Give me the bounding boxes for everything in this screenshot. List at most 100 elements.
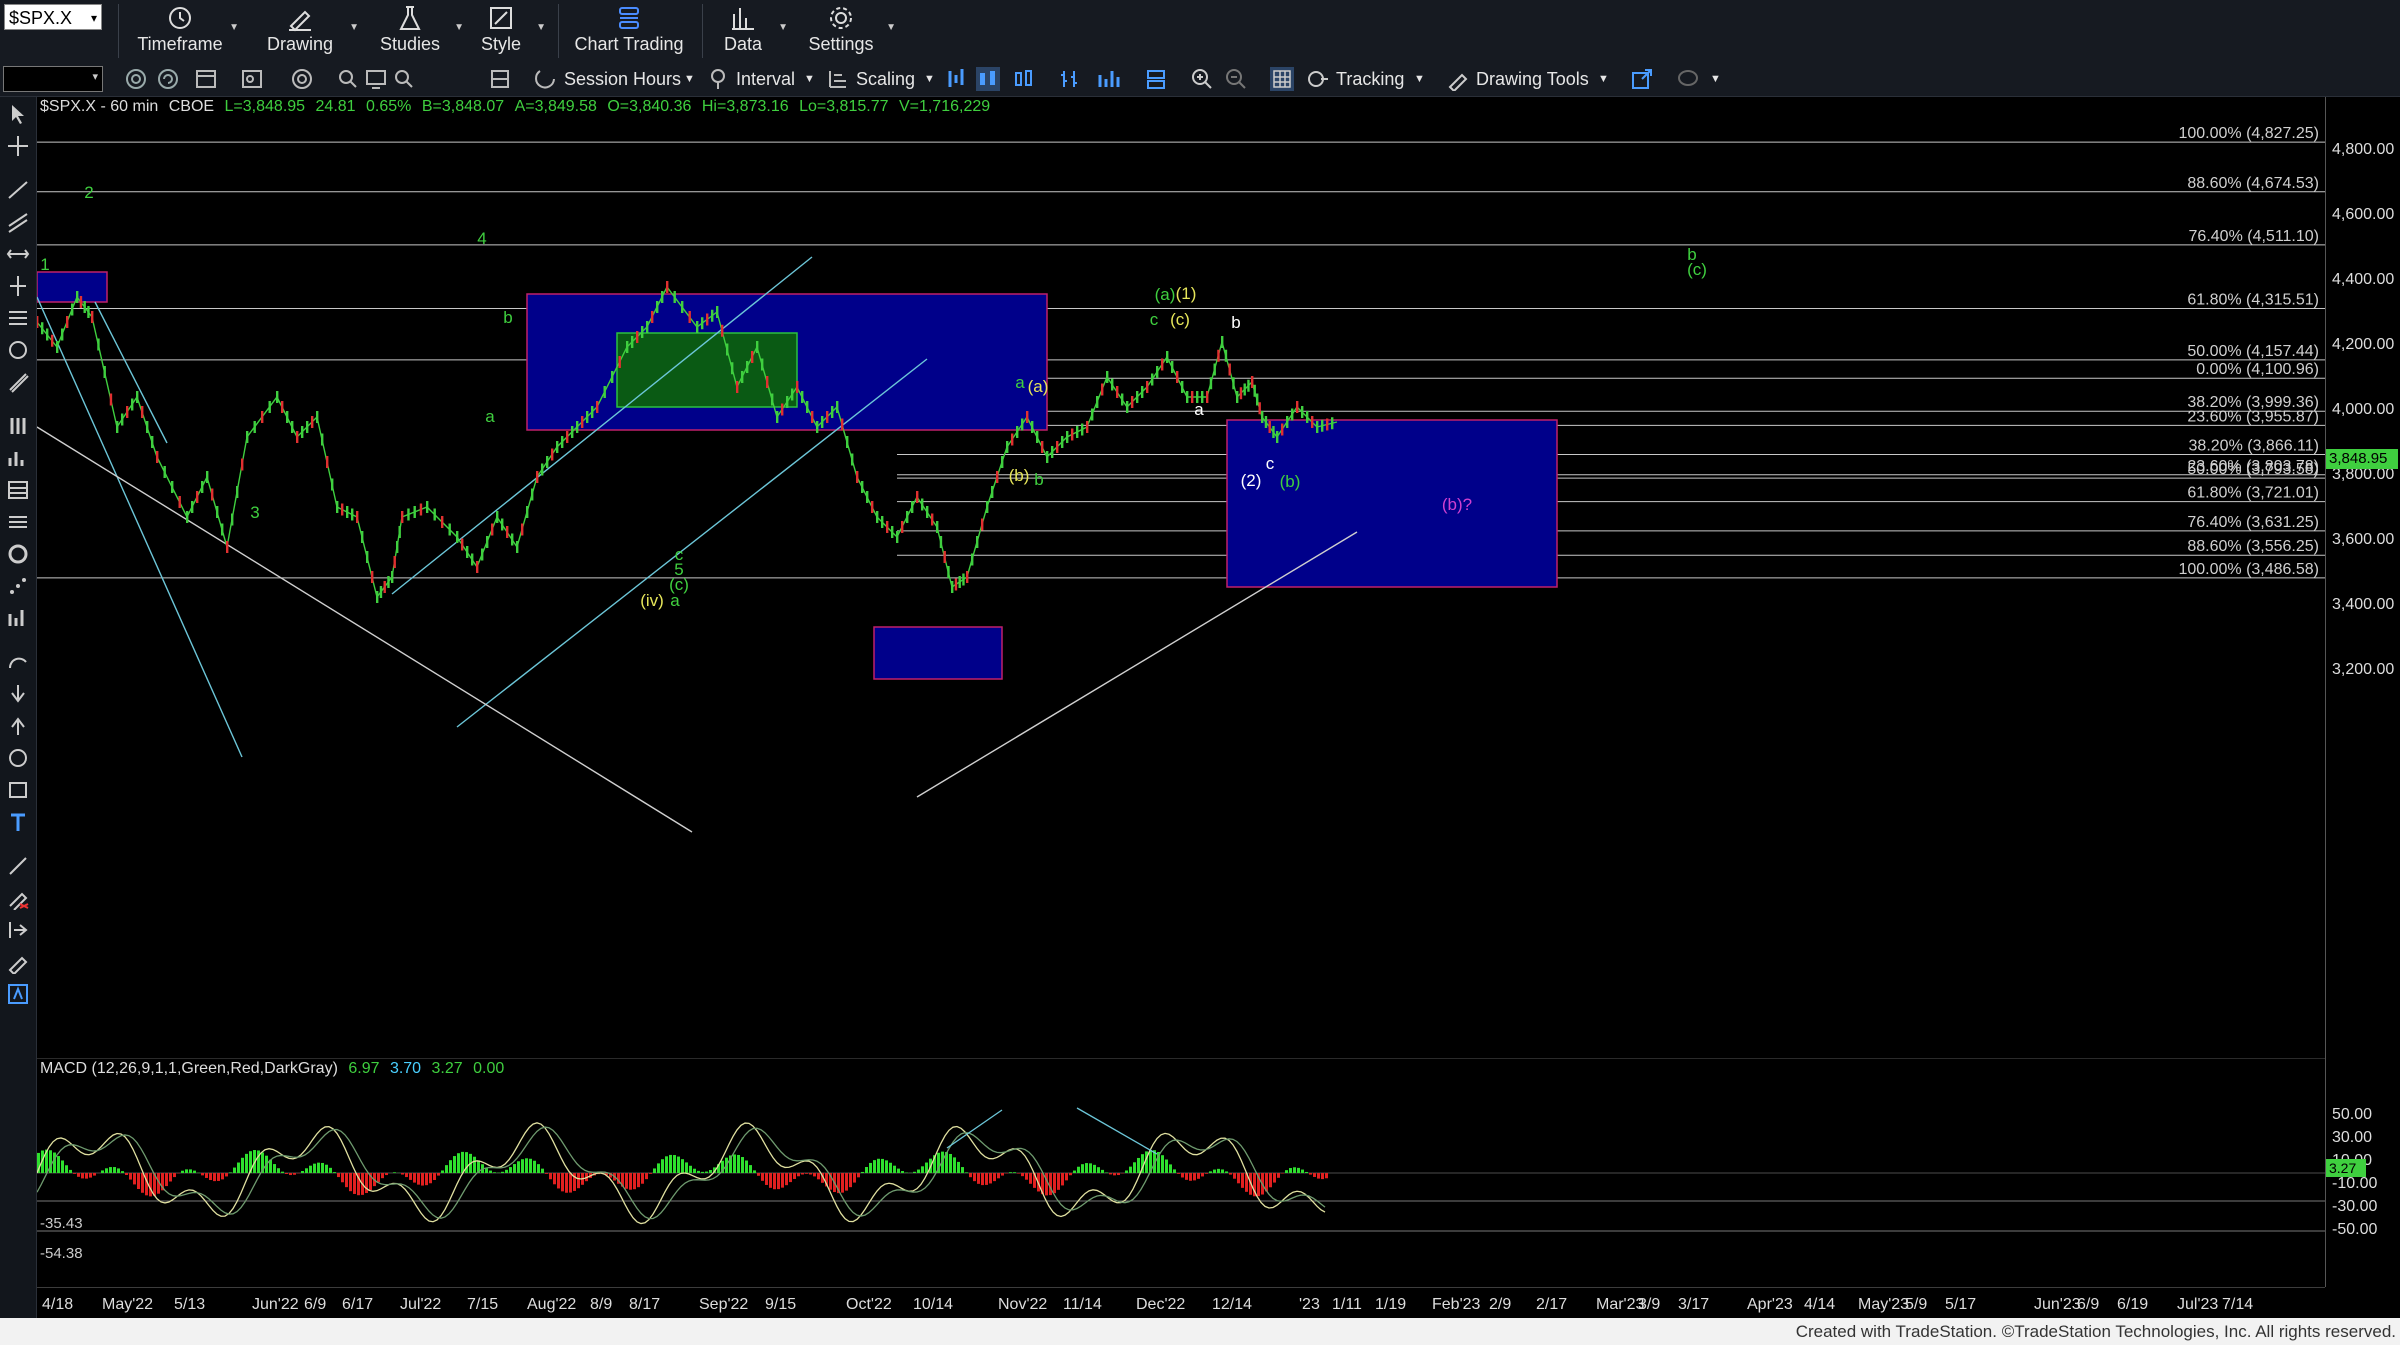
price-chart[interactable]: 1234bac5(c)(iv) aa (a)(b) b(a) (1)c (c) bac(2)… — [37, 97, 2325, 1057]
drawing-tools-button[interactable]: Drawing Tools — [1476, 66, 1589, 92]
tracking-button[interactable]: Tracking — [1336, 66, 1404, 92]
horizontal-line-icon[interactable] — [6, 242, 30, 266]
search-icon[interactable] — [392, 67, 416, 91]
wave-label[interactable]: c — [1266, 454, 1275, 473]
zoom-in-icon[interactable] — [1190, 67, 1214, 91]
wave-label[interactable]: (2) — [1241, 471, 1262, 490]
divergence-line[interactable] — [946, 1109, 1003, 1149]
grid-window-icon[interactable] — [194, 67, 218, 91]
account-select[interactable]: ▾ — [3, 66, 103, 92]
eraser-icon[interactable] — [6, 854, 30, 878]
chevron-down-icon[interactable]: ▾ — [91, 5, 97, 31]
wave-label[interactable]: (a) — [1028, 377, 1049, 396]
ohlc-icon[interactable] — [1058, 67, 1082, 91]
settings-button[interactable]: Settings ▼ — [800, 0, 896, 62]
support-zone[interactable] — [1226, 419, 1558, 588]
wave-label[interactable]: 2 — [84, 183, 93, 202]
arrow-down-icon[interactable] — [6, 682, 30, 706]
data-button[interactable]: Data ▼ — [712, 0, 788, 62]
interval-icon[interactable] — [706, 67, 730, 91]
arrow-up-icon[interactable] — [6, 714, 30, 738]
wave-label[interactable]: (b)? — [1442, 495, 1472, 514]
candle-style-icon[interactable] — [976, 67, 1000, 91]
green-zone[interactable] — [616, 332, 798, 408]
wave-label[interactable]: b — [1034, 470, 1043, 489]
bar-pattern-icon[interactable] — [6, 414, 30, 438]
brush-icon[interactable] — [6, 950, 30, 974]
timeframe-button[interactable]: Timeframe ▼ — [135, 0, 239, 62]
pointer-icon[interactable] — [6, 102, 30, 126]
wave-label[interactable]: (c) — [1170, 310, 1190, 329]
trendline[interactable] — [37, 426, 693, 833]
cycle-icon[interactable] — [6, 542, 30, 566]
gann-icon[interactable] — [6, 338, 30, 362]
wave-label[interactable]: b — [1231, 313, 1240, 332]
macd-panel[interactable] — [37, 1058, 2325, 1286]
chat-icon[interactable] — [1676, 67, 1700, 91]
grid-icon[interactable] — [1270, 67, 1294, 91]
dots-icon[interactable] — [6, 574, 30, 598]
template-icon[interactable] — [240, 67, 264, 91]
volume-bars-icon[interactable] — [1096, 67, 1120, 91]
chart-trading-button[interactable]: Chart Trading — [568, 0, 690, 62]
wave-label[interactable]: (1) — [1176, 284, 1197, 303]
divergence-line[interactable] — [1076, 1107, 1158, 1155]
session-hours-button[interactable]: Session Hours — [564, 66, 681, 92]
interval-button[interactable]: Interval — [736, 66, 795, 92]
wave-label[interactable]: (b) — [1009, 466, 1030, 485]
chevron-down-icon[interactable]: ▼ — [804, 66, 815, 92]
wave-label[interactable]: (iv) — [640, 591, 664, 610]
chevron-down-icon[interactable]: ▼ — [684, 66, 695, 92]
lines-icon[interactable] — [6, 510, 30, 534]
chevron-down-icon[interactable]: ▼ — [1710, 66, 1721, 92]
fib-icon[interactable] — [6, 306, 30, 330]
histogram-icon[interactable] — [6, 446, 30, 470]
low-zone[interactable] — [873, 626, 1003, 680]
link-icon[interactable] — [124, 67, 148, 91]
refresh-icon[interactable] — [156, 67, 180, 91]
zoom-out-icon[interactable] — [1224, 67, 1248, 91]
trendline[interactable] — [37, 296, 243, 758]
annotation-icon[interactable] — [6, 982, 30, 1006]
layout-icon[interactable] — [1144, 67, 1168, 91]
wave-label[interactable]: (c) — [1687, 260, 1707, 279]
wave-label[interactable]: a — [1015, 373, 1025, 392]
remove-drawings-icon[interactable] — [6, 886, 30, 910]
regression-icon[interactable] — [6, 606, 30, 630]
table-icon[interactable] — [6, 478, 30, 502]
wave-label[interactable]: 3 — [250, 503, 259, 522]
chevron-down-icon[interactable]: ▼ — [924, 66, 935, 92]
text-icon[interactable] — [6, 810, 30, 834]
stack-icon[interactable] — [488, 67, 512, 91]
bar-style-icon[interactable] — [944, 67, 968, 91]
scaling-icon[interactable] — [826, 67, 850, 91]
chevron-down-icon[interactable]: ▼ — [1414, 66, 1425, 92]
screen-icon[interactable] — [364, 67, 388, 91]
wave-label[interactable]: a — [485, 407, 495, 426]
studies-button[interactable]: Studies ▼ — [370, 0, 464, 62]
wave-label[interactable]: (b) — [1280, 472, 1301, 491]
wave-label[interactable]: c — [1150, 310, 1159, 329]
symbol-input[interactable]: $SPX.X ▾ — [4, 4, 102, 30]
tracking-icon[interactable] — [1306, 67, 1330, 91]
gear-search-icon[interactable] — [336, 67, 360, 91]
price-axis[interactable]: 4,800.00 4,600.00 4,400.00 4,200.00 4,000.00… — [2325, 97, 2400, 1287]
channel-icon[interactable] — [6, 210, 30, 234]
hollow-candle-icon[interactable] — [1012, 67, 1036, 91]
scaling-button[interactable]: Scaling — [856, 66, 915, 92]
wave-label[interactable]: b — [503, 308, 512, 327]
wave-label[interactable]: 1 — [40, 255, 49, 274]
wave-label[interactable]: 4 — [477, 229, 486, 248]
drawing-tools-icon[interactable] — [1446, 67, 1470, 91]
wave-label[interactable]: a — [670, 591, 680, 610]
rectangle-icon[interactable] — [6, 778, 30, 802]
drawing-button[interactable]: Drawing ▼ — [255, 0, 359, 62]
session-hours-icon[interactable] — [534, 67, 558, 91]
time-axis[interactable]: 4/18 May'22 5/13 Jun'22 6/9 6/17 Jul'22 7/15 Aug… — [37, 1287, 2325, 1317]
chevron-down-icon[interactable]: ▼ — [1598, 66, 1609, 92]
vertical-line-icon[interactable] — [6, 274, 30, 298]
arc-icon[interactable] — [6, 650, 30, 674]
pitchfork-icon[interactable] — [6, 370, 30, 394]
target-icon[interactable] — [290, 67, 314, 91]
ellipse-icon[interactable] — [6, 746, 30, 770]
